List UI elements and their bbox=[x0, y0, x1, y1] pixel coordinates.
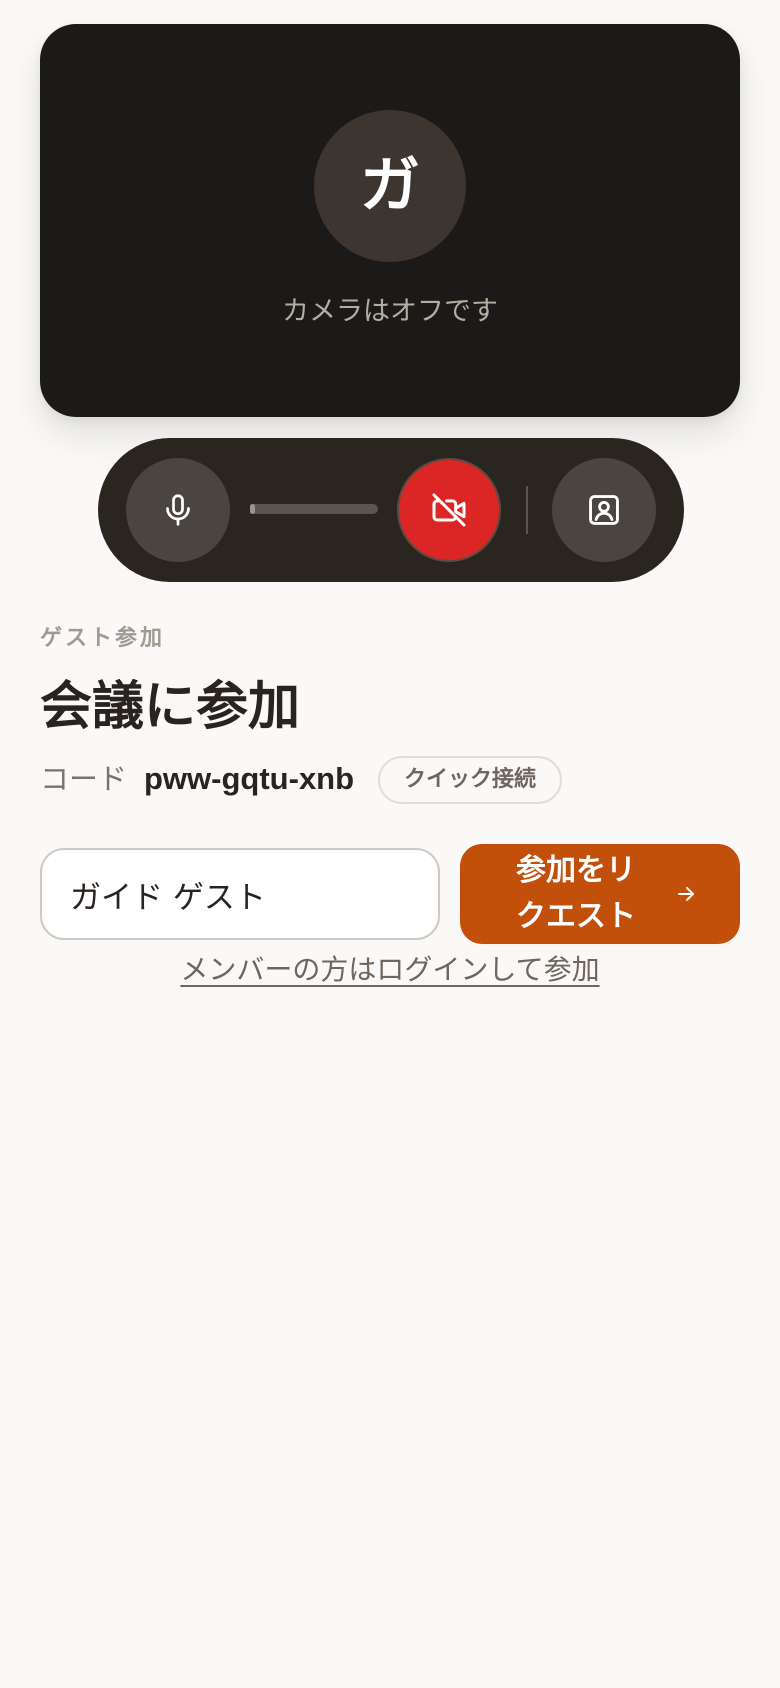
guest-name-input[interactable] bbox=[40, 848, 440, 940]
person-portrait-icon bbox=[589, 495, 619, 525]
camera-toggle-button[interactable] bbox=[397, 458, 501, 562]
camera-status-text: カメラはオフです bbox=[282, 296, 498, 327]
microphone-icon bbox=[166, 494, 190, 526]
camera-preview: ガ カメラはオフです bbox=[40, 24, 740, 417]
member-login-link[interactable]: メンバーの方はログインして参加 bbox=[180, 953, 599, 986]
guest-join-eyebrow: ゲスト参加 bbox=[40, 626, 166, 651]
arrow-right-icon bbox=[678, 887, 694, 901]
video-off-icon bbox=[432, 493, 466, 527]
mic-level-fill bbox=[250, 504, 256, 514]
meeting-code-value: pww-gqtu-xnb bbox=[144, 761, 355, 796]
avatar: ガ bbox=[314, 110, 466, 262]
quick-connect-badge: クイック接続 bbox=[378, 756, 562, 804]
mic-level-meter bbox=[250, 504, 378, 514]
microphone-toggle-button[interactable] bbox=[126, 458, 230, 562]
meeting-code-label: コード bbox=[40, 762, 128, 796]
request-join-button[interactable]: 参加をリクエスト bbox=[460, 844, 740, 944]
background-effects-button[interactable] bbox=[552, 458, 656, 562]
controls-divider bbox=[526, 486, 528, 534]
member-login-container: メンバーの方はログインして参加 bbox=[0, 950, 780, 990]
media-controls-bar bbox=[98, 438, 684, 582]
request-join-label: 参加をリクエスト bbox=[516, 853, 636, 934]
page-title: 会議に参加 bbox=[40, 677, 301, 737]
